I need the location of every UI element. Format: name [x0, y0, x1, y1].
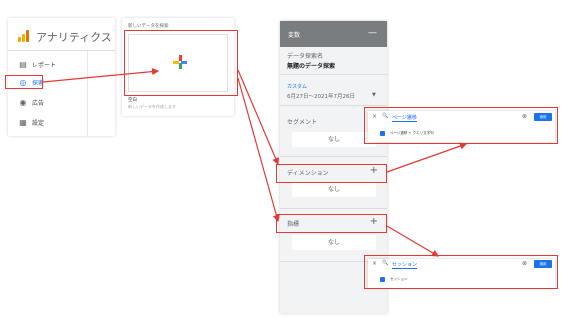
arrow: [386, 142, 468, 173]
arrow: [42, 67, 160, 83]
annotation-arrows: [42, 67, 468, 257]
arrow: [386, 225, 440, 257]
